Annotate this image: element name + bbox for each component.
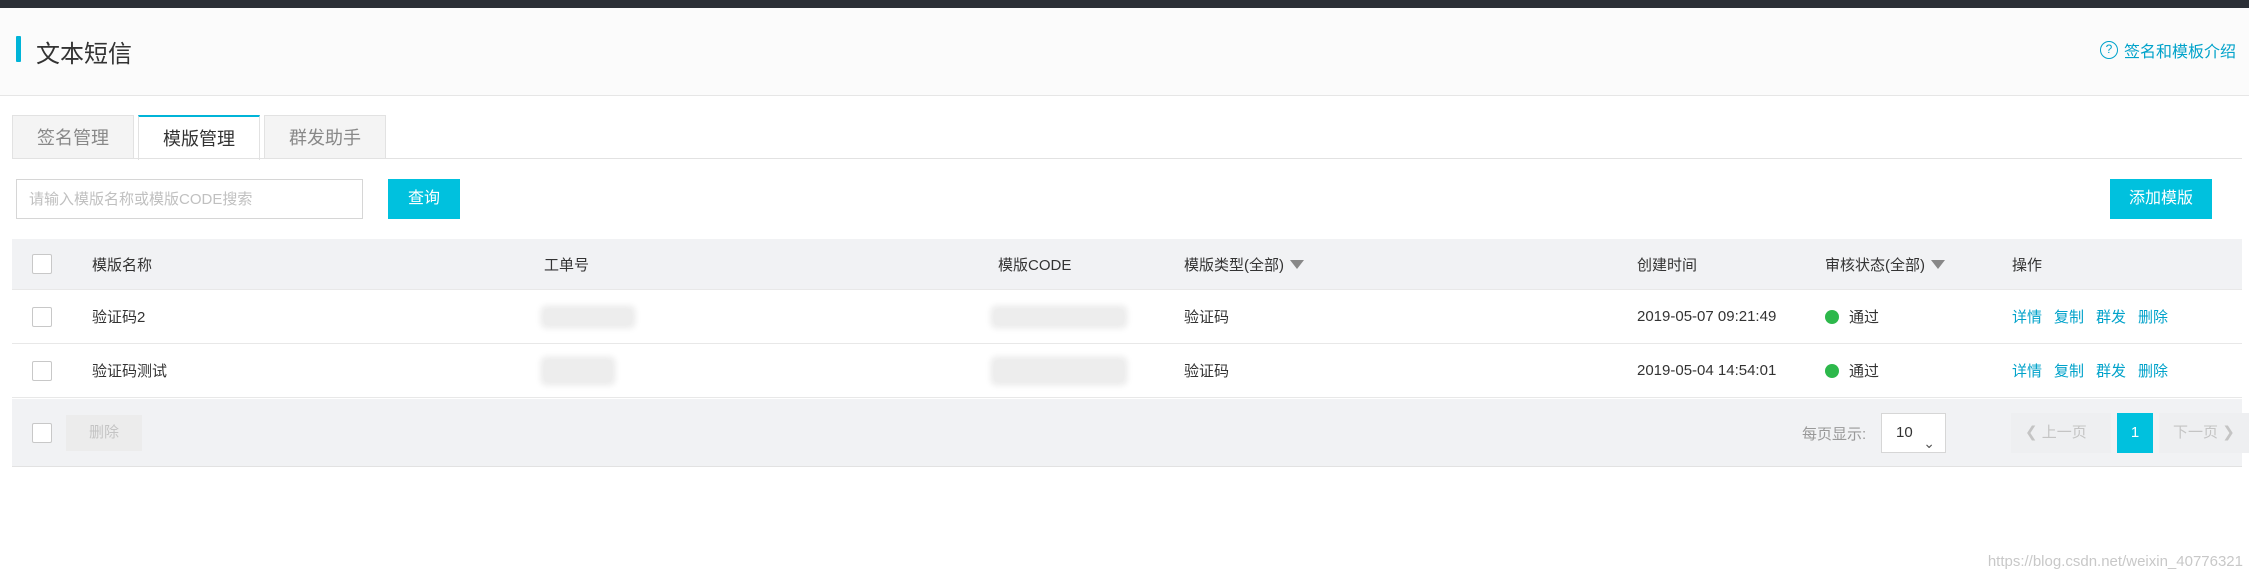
chevron-right-icon: ❯ <box>2222 424 2235 441</box>
filter-icon <box>1290 259 1304 269</box>
copy-link[interactable]: 复制 <box>2054 306 2084 327</box>
col-type-label: 模版类型(全部) <box>1184 256 1284 274</box>
status-badge: 通过 <box>1825 344 1879 397</box>
page-header: 文本短信 ? 签名和模板介绍 <box>0 8 2249 96</box>
prev-page-label: 上一页 <box>2041 424 2087 441</box>
page-number-current[interactable]: 1 <box>2117 413 2153 453</box>
help-link[interactable]: ? 签名和模板介绍 <box>2099 38 2236 62</box>
template-name: 验证码2 <box>92 309 146 326</box>
col-code: 模版CODE <box>998 256 1072 274</box>
col-name: 模版名称 <box>92 256 153 274</box>
page-size-select[interactable]: 10 ⌄ <box>1881 413 1946 453</box>
tab-divider <box>12 158 2242 159</box>
delete-link[interactable]: 删除 <box>2138 360 2168 381</box>
row-checkbox[interactable] <box>32 360 52 381</box>
redacted-code <box>994 308 1124 325</box>
chevron-down-icon: ⌄ <box>1923 435 1935 451</box>
table-row: 验证码测试 验证码 2019-05-04 14:54:01 通过 详情 复制 群… <box>12 344 2242 398</box>
pagination: ❮ 上一页 1 下一页 ❯ <box>2011 413 2249 453</box>
tab-bar: 签名管理 模版管理 群发助手 <box>12 115 390 160</box>
status-label: 通过 <box>1849 363 1880 380</box>
add-template-button[interactable]: 添加模版 <box>2110 179 2212 219</box>
copy-link[interactable]: 复制 <box>2054 360 2084 381</box>
col-ticket: 工单号 <box>544 256 590 274</box>
table-footer: 删除 每页显示: 10 ⌄ ❮ 上一页 1 下一页 ❯ <box>12 399 2249 467</box>
template-name: 验证码测试 <box>92 363 168 380</box>
bulk-send-link[interactable]: 群发 <box>2096 360 2126 381</box>
row-actions: 详情 复制 群发 删除 <box>2012 344 2180 397</box>
tab-bulk-send[interactable]: 群发助手 <box>264 115 386 159</box>
col-status-label: 审核状态(全部) <box>1825 256 1925 274</box>
top-bar <box>0 0 2249 8</box>
search-input[interactable] <box>16 179 363 219</box>
status-badge: 通过 <box>1825 290 1879 343</box>
tab-template[interactable]: 模版管理 <box>138 115 260 160</box>
redacted-code <box>994 359 1124 382</box>
table-row: 验证码2 验证码 2019-05-07 09:21:49 通过 详情 复制 群发… <box>12 290 2242 344</box>
title-accent-bar <box>16 36 21 62</box>
chevron-left-icon: ❮ <box>2025 424 2038 441</box>
table-header: 模版名称 工单号 模版CODE 模版类型(全部) 创建时间 审核状态(全部) 操… <box>12 239 2242 290</box>
help-link-label: 签名和模板介绍 <box>2123 44 2236 61</box>
col-status-filter[interactable]: 审核状态(全部) <box>1825 239 1945 289</box>
detail-link[interactable]: 详情 <box>2012 360 2042 381</box>
page-title: 文本短信 <box>36 41 132 68</box>
status-label: 通过 <box>1849 309 1880 326</box>
filter-icon <box>1931 259 1945 269</box>
redacted-ticket <box>544 359 612 382</box>
batch-delete-button[interactable]: 删除 <box>66 415 142 451</box>
created-time: 2019-05-04 14:54:01 <box>1637 362 1777 379</box>
template-type: 验证码 <box>1184 363 1230 380</box>
row-actions: 详情 复制 群发 删除 <box>2012 290 2180 343</box>
query-button[interactable]: 查询 <box>388 179 460 219</box>
created-time: 2019-05-07 09:21:49 <box>1637 308 1777 325</box>
bulk-send-link[interactable]: 群发 <box>2096 306 2126 327</box>
next-page-label: 下一页 <box>2173 424 2219 441</box>
page-size-value: 10 <box>1896 424 1913 441</box>
next-page-button[interactable]: 下一页 ❯ <box>2159 413 2249 453</box>
row-checkbox[interactable] <box>32 306 52 327</box>
redacted-ticket <box>544 308 632 325</box>
col-ops: 操作 <box>2012 256 2043 274</box>
tab-signature[interactable]: 签名管理 <box>12 115 134 159</box>
page-size-label: 每页显示: <box>1802 426 1867 443</box>
delete-link[interactable]: 删除 <box>2138 306 2168 327</box>
detail-link[interactable]: 详情 <box>2012 306 2042 327</box>
template-type: 验证码 <box>1184 309 1230 326</box>
template-table: 模版名称 工单号 模版CODE 模版类型(全部) 创建时间 审核状态(全部) 操… <box>12 239 2242 398</box>
question-circle-icon: ? <box>2099 41 2118 59</box>
status-dot-icon <box>1825 363 1839 378</box>
footer-select-all-checkbox[interactable] <box>32 423 52 443</box>
col-created: 创建时间 <box>1637 256 1698 274</box>
status-dot-icon <box>1825 309 1839 324</box>
select-all-checkbox[interactable] <box>32 254 52 274</box>
watermark: https://blog.csdn.net/weixin_40776321 <box>1987 553 2243 570</box>
col-type-filter[interactable]: 模版类型(全部) <box>1184 239 1304 289</box>
prev-page-button[interactable]: ❮ 上一页 <box>2011 413 2111 453</box>
